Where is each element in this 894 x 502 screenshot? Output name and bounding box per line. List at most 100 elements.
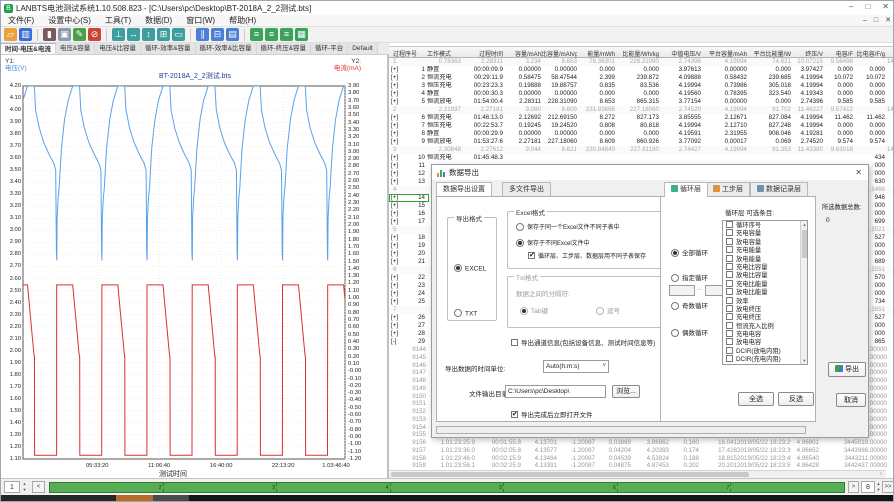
prev-page-button[interactable]: <: [32, 481, 45, 493]
column-header[interactable]: 过程时间: [461, 49, 503, 58]
output-dir-input[interactable]: C:\Users\pc\Desktop\: [505, 385, 606, 398]
export-button[interactable]: 导出: [828, 362, 866, 377]
page-end-spin-icons[interactable]: ▲▼: [875, 481, 882, 493]
item-checkbox[interactable]: [726, 313, 733, 320]
mdi-restore-button[interactable]: □: [874, 15, 878, 27]
menu-item-0[interactable]: 文件(F): [1, 15, 41, 27]
list-record-icon[interactable]: ≡: [280, 28, 293, 41]
mdi-minimize-button[interactable]: ‒: [863, 15, 867, 27]
expand-icon[interactable]: [+]: [391, 154, 403, 162]
list-item[interactable]: 充电比容量: [723, 263, 807, 271]
list-item[interactable]: 放电比容量: [723, 271, 807, 279]
mdi-close-button[interactable]: ✕: [885, 15, 891, 27]
expand-icon[interactable]: [+]: [391, 242, 403, 250]
menu-item-1[interactable]: 设置中心(S): [41, 15, 98, 27]
list-item[interactable]: 循环序号: [723, 221, 807, 229]
expand-icon[interactable]: [+]: [391, 274, 403, 282]
list-item[interactable]: 恒流充入比例: [723, 322, 807, 330]
expand-icon[interactable]: [+]: [391, 114, 403, 122]
list-item[interactable]: 充电能量: [723, 246, 807, 254]
list-item[interactable]: DCIR(放电内阻): [723, 347, 807, 355]
item-checkbox[interactable]: [726, 347, 733, 354]
expand-icon[interactable]: [+]: [391, 314, 403, 322]
column-header[interactable]: 比容量/mAh/g: [541, 49, 577, 58]
copy-icon[interactable]: ▣: [58, 28, 71, 41]
range-cycles-radio[interactable]: 指定循环: [671, 272, 708, 282]
expand-icon[interactable]: [+]: [391, 234, 403, 242]
cycle-summary-row[interactable]: 22.319372.271819.0808.609231.93666227.18…: [389, 106, 894, 114]
open-after-checkbox[interactable]: 导出完成后立即打开文件: [511, 409, 593, 419]
page-end-spinner[interactable]: 8: [861, 481, 875, 493]
list-item[interactable]: 放电能量: [723, 255, 807, 263]
chart-tab-4[interactable]: 循环-效率&比容量: [196, 43, 257, 54]
list-item[interactable]: 放电比能量: [723, 288, 807, 296]
excel-format-radio[interactable]: EXCEL: [454, 264, 486, 273]
list-item[interactable]: 效率: [723, 297, 807, 305]
tab-step-layer[interactable]: 工步层: [706, 182, 750, 196]
page-start-spinner[interactable]: 1: [4, 481, 20, 493]
scrollbar-thumb[interactable]: [391, 472, 749, 477]
item-checkbox[interactable]: [726, 229, 733, 236]
window-horizontal-icon[interactable]: ⊟: [211, 28, 224, 41]
axis-scale-icon[interactable]: ⊥: [112, 28, 125, 41]
open-file-icon[interactable]: ▱: [4, 28, 17, 41]
column-header[interactable]: 中值电压/V: [659, 49, 701, 58]
tab-key-radio[interactable]: Tab键: [520, 305, 548, 315]
record-row[interactable]: 91581.01:23:46.000:02:15.94.13484-1.2008…: [389, 455, 894, 463]
column-header[interactable]: 容量/mAh: [503, 49, 541, 58]
list-item[interactable]: 充电容量: [723, 229, 807, 237]
list-item[interactable]: 放电电容: [723, 338, 807, 346]
cycle-items-listbox[interactable]: 循环序号充电容量放电容量充电能量放电能量充电比容量放电比容量充电比能量放电比能量…: [722, 220, 808, 365]
record-row[interactable]: 91591.01:23:56.100:02:25.94.13391-1.2008…: [389, 462, 894, 470]
expand-icon[interactable]: [+]: [391, 178, 403, 186]
invert-select-button[interactable]: 反选: [778, 392, 814, 406]
tab-record-layer[interactable]: 数据记录层: [750, 182, 808, 196]
txt-format-radio[interactable]: TXT: [454, 309, 477, 318]
alarm-icon[interactable]: ⊘: [88, 28, 101, 41]
expand-icon[interactable]: [+]: [391, 170, 403, 178]
item-checkbox[interactable]: [726, 263, 733, 270]
item-checkbox[interactable]: [726, 330, 733, 337]
menu-item-2[interactable]: 工具(T): [98, 15, 138, 27]
expand-icon[interactable]: [+]: [391, 66, 403, 74]
cycle-summary-row[interactable]: 10.783632.283113.2348.65378.36301228.310…: [389, 58, 894, 66]
column-header[interactable]: 工作模式: [427, 49, 461, 58]
chart-tab-7[interactable]: Default: [348, 43, 378, 54]
item-checkbox[interactable]: [726, 355, 733, 362]
list-item[interactable]: 充电电容: [723, 330, 807, 338]
expand-icon[interactable]: [+]: [391, 210, 403, 218]
chart-edit-icon[interactable]: ✎: [73, 28, 86, 41]
chart-tab-2[interactable]: 电压&比容量: [95, 43, 141, 54]
record-row[interactable]: 91571.01:23:36.000:02:05.84.13577-1.2008…: [389, 447, 894, 455]
list-item[interactable]: 充电终压: [723, 313, 807, 321]
tab-multi-file-export[interactable]: 多文件导出: [502, 182, 551, 196]
window-vertical-icon[interactable]: ∥: [196, 28, 209, 41]
chart-plot[interactable]: [1, 55, 389, 478]
column-header[interactable]: 电容/F: [823, 49, 853, 58]
list-scroll-down-icon[interactable]: ▼: [801, 358, 808, 363]
range-navigator-bar[interactable]: 234567: [49, 482, 845, 493]
dialog-close-icon[interactable]: ✕: [855, 165, 862, 180]
item-checkbox[interactable]: [726, 280, 733, 287]
item-checkbox[interactable]: [726, 238, 733, 245]
expand-icon[interactable]: [+]: [391, 202, 403, 210]
expand-icon[interactable]: [+]: [391, 162, 403, 170]
step-row[interactable]: [+]2恒流充电00:29:11.90.5847558.475442.39923…: [389, 74, 894, 82]
item-checkbox[interactable]: [726, 246, 733, 253]
list-cycle-icon[interactable]: ≡: [250, 28, 263, 41]
maximize-button[interactable]: □: [865, 2, 870, 11]
chart-tab-1[interactable]: 电压&容量: [56, 43, 95, 54]
expand-icon[interactable]: [+]: [391, 330, 403, 338]
item-checkbox[interactable]: [726, 338, 733, 345]
chart-tab-3[interactable]: 循环-效率&容量: [141, 43, 196, 54]
list-all-icon[interactable]: ▦: [295, 28, 308, 41]
separate-sheets-checkbox[interactable]: 循环层、工步层、数据层用不同子表保存: [528, 251, 646, 260]
step-row[interactable]: [+]9恒流放电01:53:27.62.27181227.180608.6098…: [389, 138, 894, 146]
window-new-icon[interactable]: ▤: [226, 28, 239, 41]
all-cycles-radio[interactable]: 全部循环: [671, 247, 708, 257]
item-checkbox[interactable]: [726, 322, 733, 329]
zoom-box-icon[interactable]: ▭: [172, 28, 185, 41]
chart-tab-6[interactable]: 循环-平台: [311, 43, 348, 54]
expand-icon[interactable]: [+]: [391, 90, 403, 98]
item-checkbox[interactable]: [726, 255, 733, 262]
